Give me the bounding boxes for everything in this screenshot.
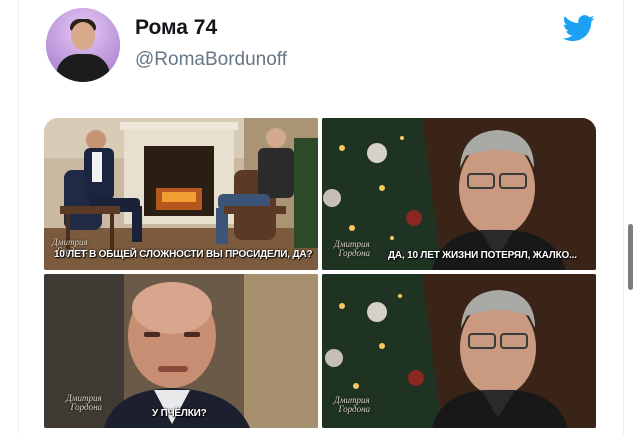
user-handle[interactable]: @RomaBordunoff [135, 49, 287, 71]
media-grid[interactable]: Дмитрия Гордона 10 ЛЕТ В ОБЩЕЙ СЛОЖНОСТИ… [44, 118, 596, 428]
media-image-2[interactable]: Дмитрия Гордона ДА, 10 ЛЕТ ЖИЗНИ ПОТЕРЯЛ… [322, 118, 596, 270]
subtitle-text: 10 ЛЕТ В ОБЩЕЙ СЛОЖНОСТИ ВЫ ПРОСИДЕЛИ, Д… [54, 249, 313, 260]
media-image-4[interactable]: Дмитрия Гордона [322, 274, 596, 428]
media-image-3[interactable]: Дмитрия Гордона У ПЧЁЛКИ? [44, 274, 318, 428]
media-image-1[interactable]: Дмитрия Гордона 10 ЛЕТ В ОБЩЕЙ СЛОЖНОСТИ… [44, 118, 318, 270]
subtitle-text: У ПЧЁЛКИ? [152, 408, 207, 419]
avatar[interactable] [46, 8, 120, 82]
twitter-bird-icon [562, 15, 595, 42]
scrollbar[interactable] [628, 224, 633, 290]
subtitle-text: ДА, 10 ЛЕТ ЖИЗНИ ПОТЕРЯЛ, ЖАЛКО... [388, 250, 577, 261]
display-name[interactable]: Рома 74 [135, 16, 217, 40]
